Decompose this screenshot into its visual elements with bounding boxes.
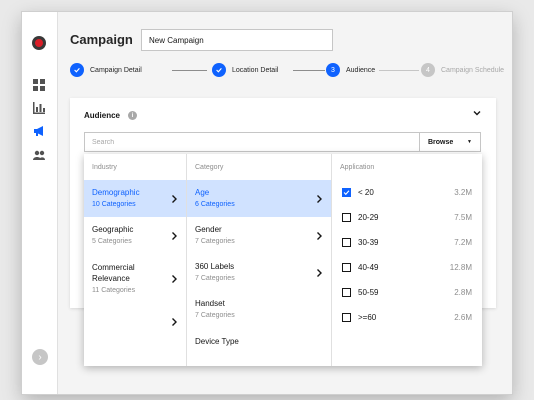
- step-connector: [379, 70, 419, 71]
- application-count: 12.8M: [449, 263, 472, 272]
- users-icon[interactable]: [33, 149, 45, 161]
- application-option[interactable]: 40-49 12.8M: [332, 255, 482, 280]
- category-option-360-labels[interactable]: 360 Labels 7 Categories: [187, 254, 331, 291]
- campaign-name-input[interactable]: [141, 29, 333, 51]
- application-label: 50-59: [358, 288, 379, 297]
- application-label: 20-29: [358, 213, 379, 222]
- application-count: 7.5M: [454, 213, 472, 222]
- option-count: 6 Categories: [195, 201, 235, 208]
- application-label: < 20: [358, 188, 374, 197]
- browse-menu: Industry Demographic 10 Categories Geogr…: [84, 154, 482, 366]
- chevron-right-icon: [171, 318, 178, 327]
- option-count: 7 Categories: [195, 275, 235, 282]
- application-option[interactable]: < 20 3.2M: [332, 180, 482, 205]
- industry-option-demographic[interactable]: Demographic 10 Categories: [84, 180, 186, 217]
- industry-option-commercial-relevance[interactable]: Commercial Relevance 11 Categories: [84, 254, 186, 304]
- option-label: Gender: [195, 225, 222, 234]
- checkbox[interactable]: [342, 263, 351, 272]
- browse-dropdown[interactable]: Browse ▼: [420, 132, 481, 152]
- checkbox[interactable]: [342, 238, 351, 247]
- chevron-right-icon: [171, 275, 178, 284]
- sidebar: ›: [22, 12, 58, 394]
- browse-label: Browse: [428, 138, 454, 146]
- chevron-right-icon: [316, 231, 323, 240]
- step-label: Campaign Schedule: [441, 66, 505, 74]
- step-campaign-detail[interactable]: Campaign Detail: [70, 63, 142, 77]
- application-option[interactable]: 20-29 7.5M: [332, 205, 482, 230]
- info-icon[interactable]: i: [128, 111, 137, 120]
- category-option-age[interactable]: Age 6 Categories: [187, 180, 331, 217]
- category-option-gender[interactable]: Gender 7 Categories: [187, 217, 331, 254]
- megaphone-icon[interactable]: [33, 125, 45, 137]
- application-option[interactable]: 30-39 7.2M: [332, 230, 482, 255]
- checkbox-checked[interactable]: [342, 188, 351, 197]
- option-label: Handset: [195, 299, 225, 308]
- application-option[interactable]: 50-59 2.8M: [332, 280, 482, 305]
- option-count: 10 Categories: [92, 201, 136, 208]
- industry-option-more[interactable]: [84, 304, 186, 340]
- category-column: Category Age 6 Categories Gender 7 Categ…: [187, 154, 332, 366]
- step-campaign-schedule[interactable]: 4 Campaign Schedule: [421, 63, 504, 77]
- dashboard-icon[interactable]: [33, 79, 45, 91]
- audience-title: Audience: [84, 111, 121, 120]
- option-label: Commercial Relevance: [92, 263, 135, 283]
- application-label: 40-49: [358, 263, 379, 272]
- application-count: 7.2M: [454, 238, 472, 247]
- page-title: Campaign: [70, 32, 133, 47]
- option-count: 5 Categories: [92, 238, 132, 245]
- chevron-down-icon[interactable]: [472, 108, 482, 118]
- step-label: Location Detail: [232, 66, 279, 74]
- step-label: Audience: [346, 66, 376, 74]
- step-label: Campaign Detail: [90, 66, 142, 74]
- chevron-right-icon[interactable]: ›: [32, 349, 48, 365]
- checkbox[interactable]: [342, 288, 351, 297]
- app-window: › Campaign Campaign Detail Location Deta…: [22, 12, 512, 394]
- step-location-detail[interactable]: Location Detail: [212, 63, 278, 77]
- option-label: 360 Labels: [195, 262, 235, 271]
- bar-chart-icon[interactable]: [33, 102, 45, 114]
- category-option-handset[interactable]: Handset 7 Categories: [187, 291, 331, 328]
- search-input[interactable]: [84, 132, 420, 152]
- option-count: 7 Categories: [195, 312, 235, 319]
- logo-icon: [32, 36, 46, 50]
- progress-stepper: Campaign Detail Location Detail 3 Audien…: [70, 63, 510, 79]
- option-label: Geographic: [92, 225, 134, 234]
- application-label: >=60: [358, 313, 377, 322]
- checkbox[interactable]: [342, 313, 351, 322]
- application-count: 2.8M: [454, 288, 472, 297]
- checkbox[interactable]: [342, 213, 351, 222]
- application-label: 30-39: [358, 238, 379, 247]
- chevron-right-icon: [316, 194, 323, 203]
- step-connector: [172, 70, 207, 71]
- caret-down-icon: ▼: [467, 139, 472, 145]
- option-label: Demographic: [92, 188, 140, 197]
- chevron-right-icon: [316, 268, 323, 277]
- industry-option-geographic[interactable]: Geographic 5 Categories: [84, 217, 186, 254]
- step-number: 4: [421, 63, 435, 77]
- application-count: 2.6M: [454, 313, 472, 322]
- application-column: Application < 20 3.2M 20-29 7.5M 30-39 7…: [332, 154, 482, 366]
- step-number: 3: [326, 63, 340, 77]
- chevron-right-icon: [171, 194, 178, 203]
- category-option-device-type[interactable]: Device Type: [187, 328, 331, 354]
- option-count: 7 Categories: [195, 238, 235, 245]
- option-label: Device Type: [195, 336, 239, 346]
- industry-column: Industry Demographic 10 Categories Geogr…: [84, 154, 187, 366]
- check-icon: [212, 63, 226, 77]
- application-option[interactable]: >=60 2.6M: [332, 305, 482, 330]
- category-header: Category: [195, 163, 224, 171]
- option-count: 11 Categories: [92, 287, 136, 294]
- application-header: Application: [340, 163, 375, 171]
- option-label: Age: [195, 188, 210, 197]
- step-connector: [293, 70, 325, 71]
- step-audience[interactable]: 3 Audience: [326, 63, 375, 77]
- industry-header: Industry: [92, 163, 117, 171]
- chevron-right-icon: [171, 231, 178, 240]
- application-count: 3.2M: [454, 188, 472, 197]
- check-icon: [70, 63, 84, 77]
